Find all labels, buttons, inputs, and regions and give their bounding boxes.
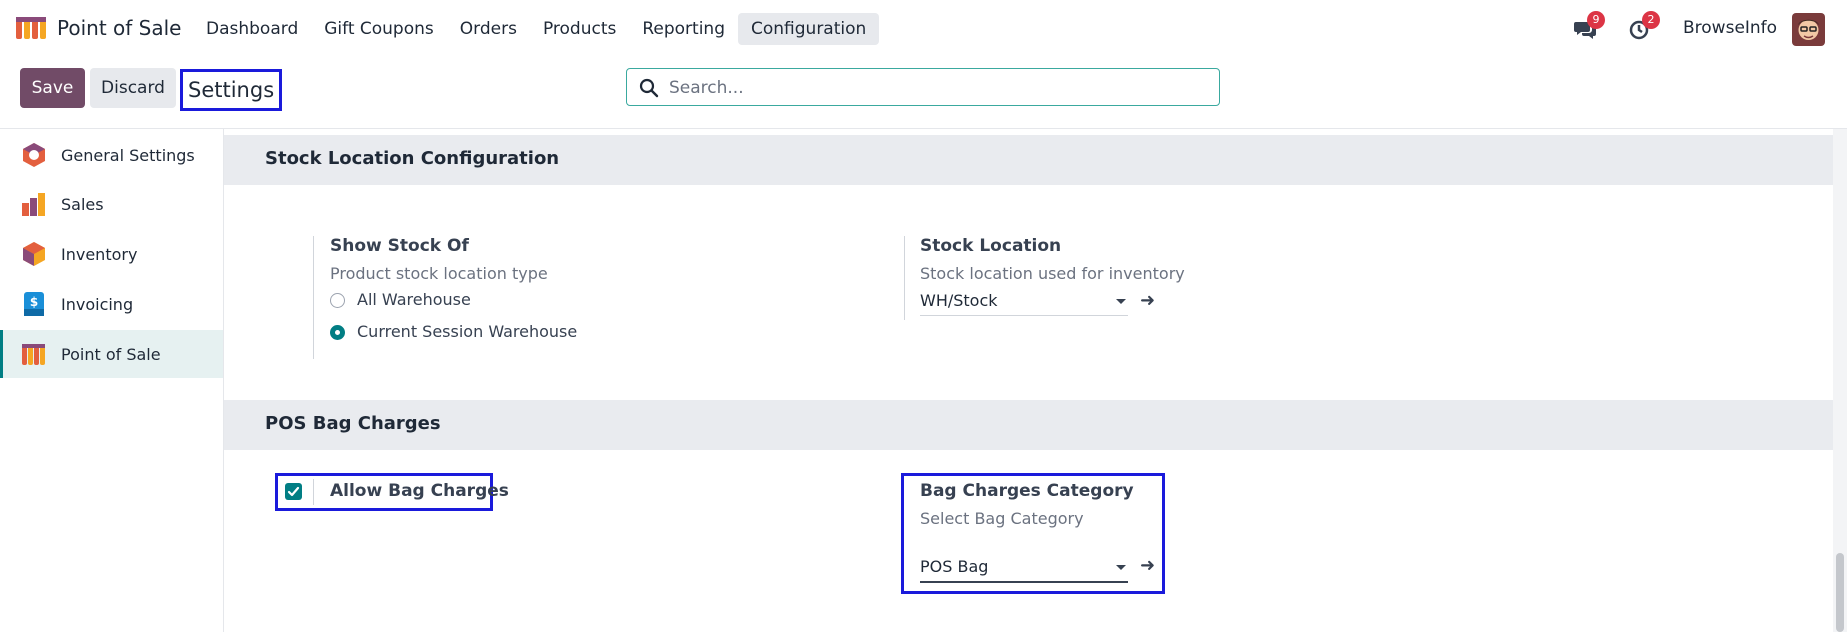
bag-category-description: Select Bag Category — [920, 509, 1084, 528]
sidebar-item-label: Inventory — [61, 244, 138, 264]
search-icon — [639, 78, 659, 98]
setting-divider — [313, 236, 314, 359]
menu-reporting[interactable]: Reporting — [629, 13, 738, 45]
point-of-sale-logo-icon — [16, 17, 46, 39]
radio-label-all-warehouse[interactable]: All Warehouse — [357, 290, 471, 309]
radio-label-current-session-warehouse[interactable]: Current Session Warehouse — [357, 322, 577, 341]
sidebar-item-point-of-sale[interactable]: Point of Sale — [0, 330, 223, 378]
internal-link-arrow-icon[interactable]: ➜ — [1140, 290, 1155, 311]
allow-bag-charges-label[interactable]: Allow Bag Charges — [330, 481, 509, 501]
stock-location-description: Stock location used for inventory — [920, 264, 1185, 283]
stock-location-value: WH/Stock — [920, 291, 998, 310]
section-header-bag: POS Bag Charges — [224, 400, 1833, 450]
invoicing-icon: $ — [24, 292, 44, 316]
sidebar-item-label: General Settings — [61, 145, 195, 165]
avatar-icon — [1792, 13, 1825, 46]
bag-category-title: Bag Charges Category — [920, 481, 1134, 501]
sidebar-item-sales[interactable]: Sales — [0, 180, 223, 228]
menu-products[interactable]: Products — [530, 13, 629, 45]
save-button[interactable]: Save — [20, 68, 85, 108]
section-title: Stock Location Configuration — [265, 148, 560, 169]
sales-icon — [22, 193, 45, 216]
sidebar-item-label: Sales — [61, 194, 104, 214]
radio-current-session-warehouse[interactable] — [330, 325, 345, 340]
settings-content: Stock Location Configuration Show Stock … — [224, 129, 1833, 632]
sidebar-item-invoicing[interactable]: $ Invoicing — [0, 280, 223, 328]
page-title: Settings — [180, 69, 283, 111]
activities-badge: 2 — [1642, 11, 1660, 29]
chevron-down-icon — [1116, 565, 1126, 570]
scrollbar[interactable] — [1833, 129, 1847, 632]
stock-location-select[interactable]: WH/Stock — [920, 289, 1128, 316]
app-name: Point of Sale — [57, 16, 182, 40]
chevron-down-icon — [1116, 299, 1126, 304]
checkmark-icon — [287, 486, 300, 497]
bag-category-select[interactable]: POS Bag — [920, 555, 1128, 583]
sidebar-item-inventory[interactable]: Inventory — [0, 230, 223, 278]
sidebar-item-label: Point of Sale — [61, 344, 161, 364]
control-panel: Save Discard Settings — [0, 58, 1847, 129]
menu-gift-coupons[interactable]: Gift Coupons — [311, 13, 447, 45]
bag-category-value: POS Bag — [920, 557, 989, 576]
menu-orders[interactable]: Orders — [447, 13, 530, 45]
avatar[interactable] — [1792, 13, 1825, 46]
messages-button[interactable]: 9 — [1573, 11, 1605, 41]
discard-button[interactable]: Discard — [90, 68, 176, 108]
menu-dashboard[interactable]: Dashboard — [193, 13, 311, 45]
sidebar-item-general-settings[interactable]: General Settings — [0, 131, 223, 179]
setting-divider — [904, 236, 905, 320]
allow-bag-charges-checkbox[interactable] — [285, 483, 302, 500]
messages-badge: 9 — [1587, 11, 1605, 29]
settings-sidebar: General Settings Sales Inventory $ Invoi… — [0, 129, 224, 632]
search-bar[interactable] — [626, 68, 1220, 107]
setting-divider — [313, 479, 314, 505]
stock-location-title: Stock Location — [920, 236, 1062, 256]
show-stock-description: Product stock location type — [330, 264, 548, 283]
top-navbar: Point of Sale Dashboard Gift Coupons Ord… — [0, 0, 1847, 58]
activities-button[interactable]: 2 — [1628, 11, 1660, 41]
radio-all-warehouse[interactable] — [330, 293, 345, 308]
svg-text:$: $ — [30, 295, 38, 309]
internal-link-arrow-icon[interactable]: ➜ — [1140, 555, 1155, 576]
app-brand[interactable]: Point of Sale — [14, 15, 181, 41]
point-of-sale-icon — [22, 344, 45, 365]
inventory-icon — [23, 242, 45, 266]
general-settings-icon — [23, 143, 45, 167]
main-menu: Dashboard Gift Coupons Orders Products R… — [193, 13, 880, 45]
user-menu[interactable]: BrowseInfo — [1683, 18, 1777, 38]
scrollbar-thumb[interactable] — [1836, 553, 1844, 632]
search-input[interactable] — [667, 69, 1211, 107]
section-header-stock: Stock Location Configuration — [224, 135, 1833, 185]
menu-configuration[interactable]: Configuration — [738, 13, 880, 45]
section-title: POS Bag Charges — [265, 413, 441, 434]
show-stock-title: Show Stock Of — [330, 236, 469, 256]
sidebar-item-label: Invoicing — [61, 294, 134, 314]
